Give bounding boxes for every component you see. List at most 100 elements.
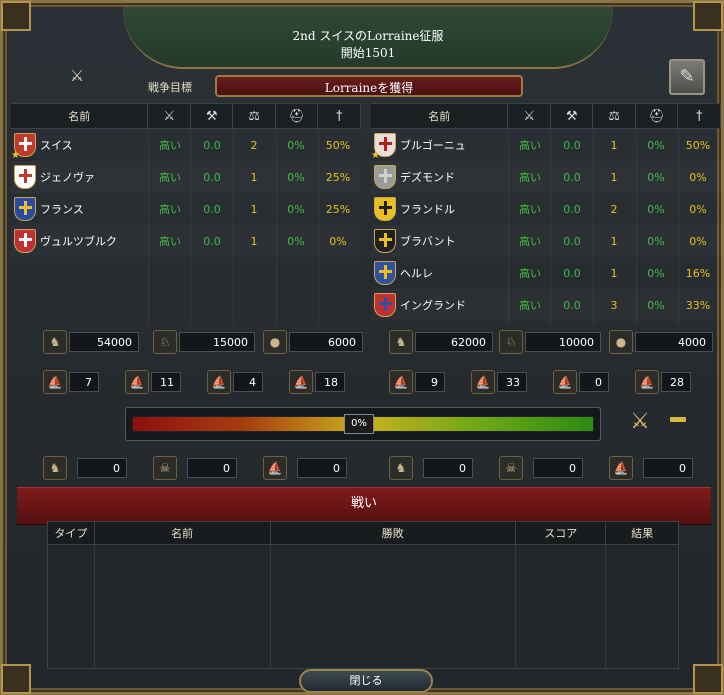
- country-name: スイス: [40, 139, 73, 152]
- loss-count: 0: [423, 458, 473, 478]
- peace-document-icon[interactable]: ✎: [669, 59, 705, 95]
- war-start-date: 開始1501: [340, 46, 396, 60]
- country-name-cell: フランス: [11, 193, 149, 225]
- loss-count: 0: [77, 458, 127, 478]
- country-flag-icon: [374, 293, 396, 317]
- fencer-cell: 25%: [325, 202, 351, 216]
- light-ship-count: 11: [151, 372, 181, 392]
- helm-cell: 0%: [647, 138, 665, 152]
- light-ship-icon: ⛵: [125, 370, 149, 394]
- country-name: ヘルレ: [400, 267, 433, 280]
- helmet-icon: ⛑: [276, 104, 319, 128]
- infantry-count: 54000: [69, 332, 139, 352]
- defender-heavy-ships: ⛵ 9: [389, 370, 445, 394]
- count-cell: 1: [610, 138, 618, 152]
- attackers-header: 名前 ⚔ ⚒ ⚖ ⛑ †: [11, 103, 361, 129]
- country-name: イングランド: [400, 299, 466, 312]
- helm-cell: 0%: [647, 234, 665, 248]
- cavalry-icon: ♘: [499, 330, 523, 354]
- score-cell: 0.0: [563, 298, 581, 312]
- war-score-icon: ⚒: [551, 104, 594, 128]
- attacker-losses-cavalry: ☠ 0: [153, 456, 237, 480]
- country-name: デズモンド: [400, 171, 455, 184]
- country-name-cell: ジェノヴァ: [11, 161, 149, 193]
- participation-cell: 高い: [159, 235, 181, 248]
- country-row[interactable]: ★ スイス 高い 0.0 2 0% 50%: [11, 129, 361, 161]
- column-score[interactable]: スコア: [516, 522, 607, 544]
- attacker-infantry: ♞ 54000: [43, 330, 139, 354]
- crossed-swords-icon: ⚔: [69, 66, 85, 85]
- attacker-transports: ⛵ 18: [289, 370, 345, 394]
- fencer-cell: 0%: [689, 202, 707, 216]
- cannon-icon: ●: [263, 330, 287, 354]
- country-row[interactable]: イングランド 高い 0.0 3 0% 33%: [371, 289, 721, 321]
- infantry-loss-icon: ♞: [389, 456, 413, 480]
- score-cell: 0.0: [203, 170, 221, 184]
- country-row[interactable]: デズモンド 高い 0.0 1 0% 0%: [371, 161, 721, 193]
- country-row[interactable]: ブラバント 高い 0.0 1 0% 0%: [371, 225, 721, 257]
- attacker-artillery: ● 6000: [263, 330, 363, 354]
- attacker-heavy-ships: ⛵ 7: [43, 370, 99, 394]
- warscore-label: 0%: [344, 414, 374, 434]
- helm-cell: 0%: [287, 138, 305, 152]
- country-name-cell: ヴュルツブルク: [11, 225, 149, 257]
- participation-cell: 高い: [519, 267, 541, 280]
- country-row[interactable]: ジェノヴァ 高い 0.0 1 0% 25%: [11, 161, 361, 193]
- close-button[interactable]: 閉じる: [299, 669, 433, 693]
- country-row[interactable]: ヴュルツブルク 高い 0.0 1 0% 0%: [11, 225, 361, 257]
- heavy-ship-count: 7: [69, 372, 99, 392]
- country-row[interactable]: ヘルレ 高い 0.0 1 0% 16%: [371, 257, 721, 289]
- score-cell: 0.0: [203, 202, 221, 216]
- attacker-galleys: ⛵ 4: [207, 370, 263, 394]
- crossed-swords-icon: ⚔: [630, 409, 650, 434]
- country-flag-icon: [14, 165, 36, 189]
- country-flag-icon: [14, 229, 36, 253]
- transport-count: 28: [661, 372, 691, 392]
- war-header: 2nd スイスのLorraine征服 開始1501: [123, 7, 613, 69]
- fencer-cell: 50%: [325, 138, 351, 152]
- participation-cell: 高い: [519, 139, 541, 152]
- column-type[interactable]: タイプ: [48, 522, 95, 544]
- war-title: 2nd スイスのLorraine征服: [292, 29, 444, 43]
- fencer-cell: 33%: [685, 298, 711, 312]
- corner-ornament: [693, 1, 723, 31]
- helm-cell: 0%: [287, 170, 305, 184]
- helm-cell: 0%: [647, 202, 665, 216]
- helm-cell: 0%: [647, 298, 665, 312]
- defender-cavalry: ♘ 10000: [499, 330, 601, 354]
- participation-icon: ⚔: [508, 104, 551, 128]
- participation-cell: 高い: [159, 203, 181, 216]
- loss-count: 0: [643, 458, 693, 478]
- country-name: ヴュルツブルク: [40, 235, 117, 248]
- column-outcome[interactable]: 結果: [606, 522, 678, 544]
- country-name-cell: ブラバント: [371, 225, 509, 257]
- attacker-losses-ships: ⛵ 0: [263, 456, 347, 480]
- galley-count: 0: [579, 372, 609, 392]
- minus-icon[interactable]: [670, 417, 686, 422]
- helmet-icon: ⛑: [636, 104, 679, 128]
- score-cell: 0.0: [563, 234, 581, 248]
- wargoal-value[interactable]: Lorraineを獲得: [215, 75, 523, 97]
- column-name[interactable]: 名前: [95, 522, 271, 544]
- corner-ornament: [1, 664, 31, 694]
- defender-transports: ⛵ 28: [635, 370, 691, 394]
- column-result[interactable]: 勝敗: [271, 522, 517, 544]
- transport-icon: ⛵: [635, 370, 659, 394]
- country-name: ブラバント: [400, 235, 456, 248]
- participation-cell: 高い: [159, 139, 181, 152]
- country-name-cell: イングランド: [371, 289, 509, 321]
- fencer-cell: 25%: [325, 170, 351, 184]
- score-cell: 0.0: [563, 266, 581, 280]
- infantry-icon: ♞: [389, 330, 413, 354]
- battles-header: タイプ 名前 勝敗 スコア 結果: [48, 522, 678, 545]
- country-flag-icon: [374, 261, 396, 285]
- fencer-icon: †: [318, 104, 361, 128]
- defenders-body: ★ ブルゴーニュ 高い 0.0 1 0% 50% デズモンド 高い 0.0 1 0% 0% フランドル 高い…: [371, 129, 721, 325]
- helm-cell: 0%: [647, 266, 665, 280]
- country-row[interactable]: フランドル 高い 0.0 2 0% 0%: [371, 193, 721, 225]
- country-row[interactable]: ★ ブルゴーニュ 高い 0.0 1 0% 50%: [371, 129, 721, 161]
- ship-loss-icon: ⛵: [263, 456, 287, 480]
- loss-count: 0: [297, 458, 347, 478]
- country-row[interactable]: フランス 高い 0.0 1 0% 25%: [11, 193, 361, 225]
- helm-cell: 0%: [647, 170, 665, 184]
